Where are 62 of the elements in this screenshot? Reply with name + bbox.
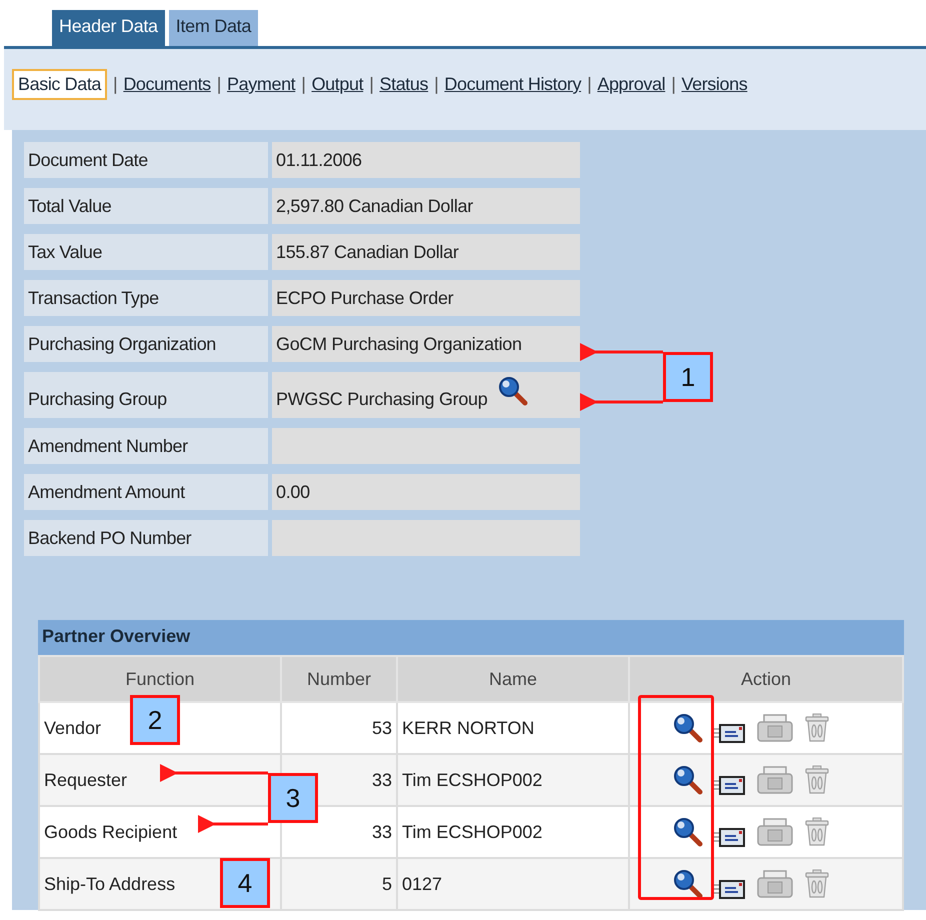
value-field: ECPO Purchase Order — [272, 280, 580, 316]
card-icon[interactable] — [714, 722, 746, 744]
field-label: Document Date — [24, 142, 268, 178]
separator: | — [369, 74, 374, 95]
field-label: Purchasing Group — [24, 372, 268, 418]
callout-number: 2 — [130, 695, 180, 745]
value-field: 01.11.2006 — [272, 142, 580, 178]
tab[interactable]: Header Data — [52, 10, 165, 48]
table-cell: Tim ECSHOP002 — [397, 754, 629, 806]
field-label: Backend PO Number — [24, 520, 268, 556]
separator: | — [434, 74, 438, 95]
card-icon[interactable] — [714, 878, 746, 900]
fax-icon[interactable] — [756, 817, 794, 847]
separator: | — [301, 74, 306, 95]
value-field: 0.00 — [272, 474, 580, 510]
fax-icon[interactable] — [756, 765, 794, 795]
field-label: Tax Value — [24, 234, 268, 270]
column-header: Function — [39, 656, 281, 702]
subnav-link[interactable]: Approval — [597, 74, 666, 95]
column-header: Number — [281, 656, 397, 702]
search-icon[interactable] — [672, 765, 704, 795]
separator: | — [216, 74, 222, 95]
callout-number: 4 — [220, 858, 270, 908]
subnav-link[interactable]: Payment — [227, 74, 296, 95]
value-field: PWGSC Purchasing Group — [272, 372, 580, 418]
subnav-link[interactable]: Documents — [123, 74, 211, 95]
separator: | — [587, 74, 592, 95]
search-icon[interactable] — [672, 817, 704, 847]
callout-number: 1 — [663, 352, 713, 402]
separator: | — [671, 74, 676, 95]
column-header: Name — [397, 656, 629, 702]
field-label: Transaction Type — [24, 280, 268, 316]
field-label: Amendment Number — [24, 428, 268, 464]
subnav-link[interactable]: Basic Data — [12, 69, 108, 100]
card-icon[interactable] — [714, 826, 746, 848]
search-icon[interactable] — [672, 869, 704, 899]
search-icon[interactable] — [497, 376, 530, 406]
fax-icon[interactable] — [756, 869, 794, 899]
subnav-link[interactable]: Document History — [444, 74, 582, 95]
value-field: 155.87 Canadian Dollar — [272, 234, 580, 270]
search-icon[interactable] — [672, 713, 704, 743]
subnav-link[interactable]: Output — [312, 74, 364, 95]
table-cell: 5 — [281, 858, 397, 910]
separator: | — [113, 74, 118, 95]
field-label: Purchasing Organization — [24, 326, 268, 362]
trash-icon[interactable] — [804, 817, 830, 847]
field-label: Amendment Amount — [24, 474, 268, 510]
card-icon[interactable] — [714, 774, 746, 796]
table-cell: 0127 — [397, 858, 629, 910]
value-field: 2,597.80 Canadian Dollar — [272, 188, 580, 224]
fax-icon[interactable] — [756, 713, 794, 743]
subnav-link[interactable]: Status — [379, 74, 428, 95]
tab[interactable]: Item Data — [168, 10, 258, 46]
field-label: Total Value — [24, 188, 268, 224]
subnav-link[interactable]: Versions — [681, 74, 748, 95]
table-cell: Requester — [39, 754, 281, 806]
callout-arrow — [198, 815, 268, 833]
callout-number: 3 — [268, 773, 318, 823]
value-field: GoCM Purchasing Organization — [272, 326, 580, 362]
column-header: Action — [629, 656, 903, 702]
trash-icon[interactable] — [804, 713, 830, 743]
section-title: Partner Overview — [38, 620, 904, 655]
